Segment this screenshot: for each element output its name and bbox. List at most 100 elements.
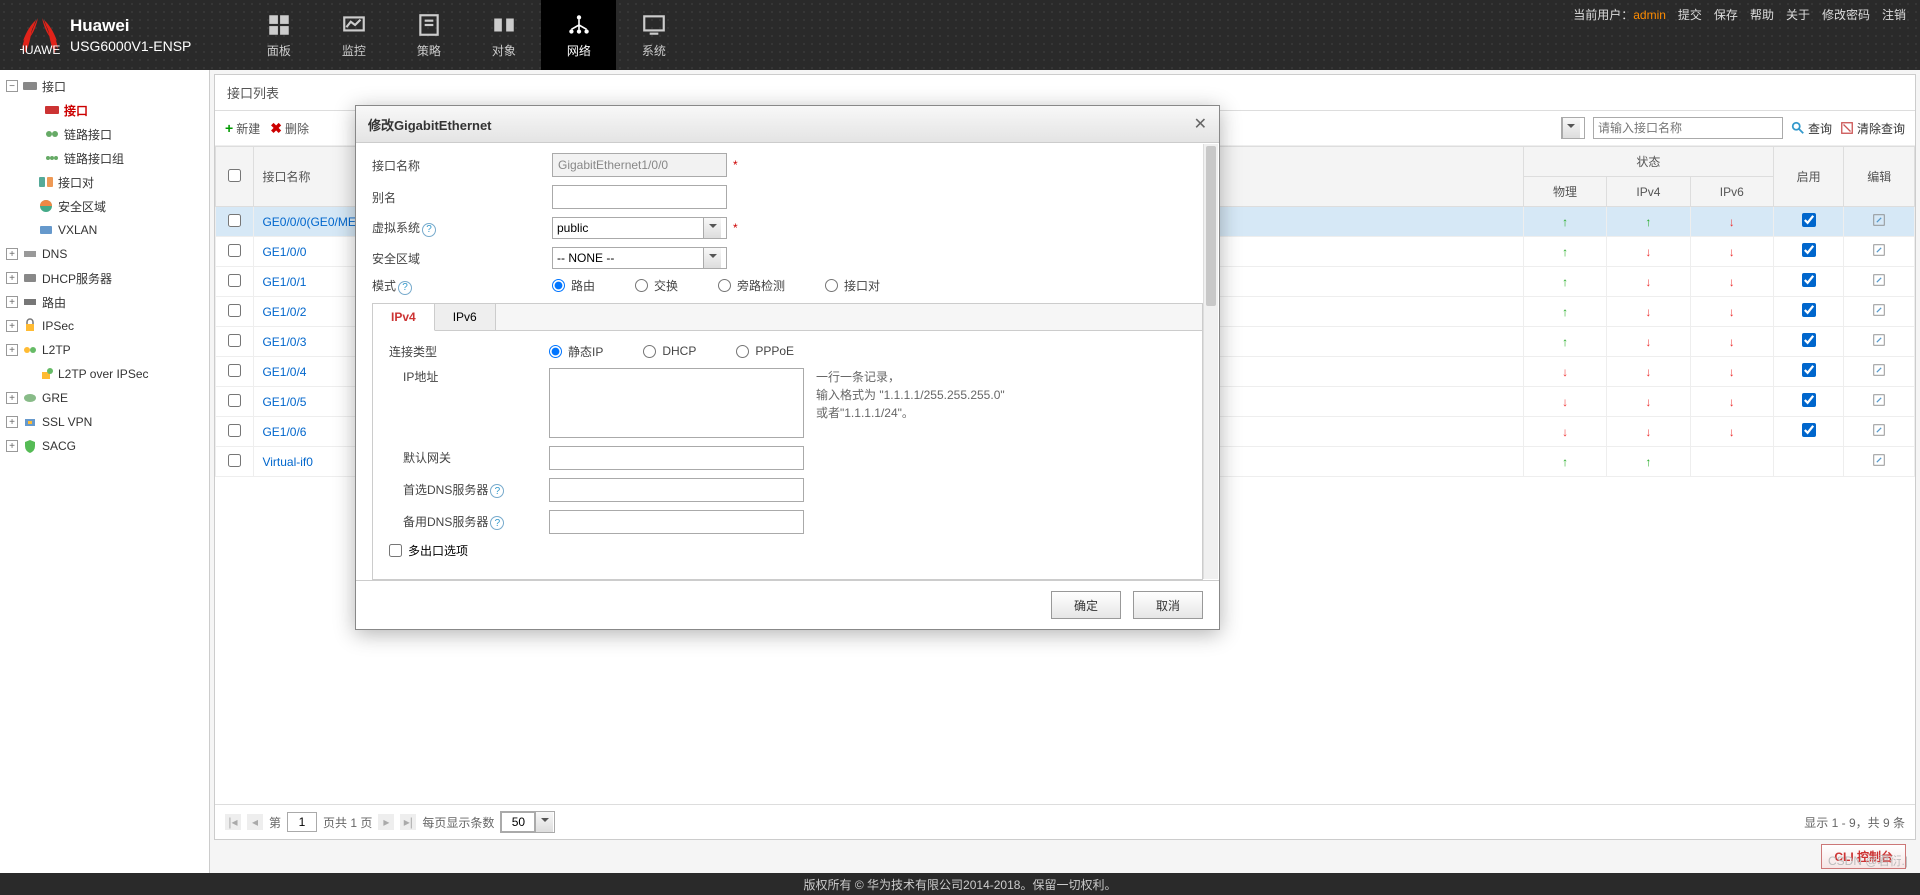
conn-dhcp-radio[interactable]: DHCP [643, 344, 696, 358]
select-all-checkbox[interactable] [228, 169, 241, 182]
add-button[interactable]: +新建 [225, 120, 260, 137]
row-checkbox[interactable] [228, 424, 241, 437]
pref-dns-input[interactable] [549, 478, 804, 502]
tree-dhcp[interactable]: +DHCP服务器 [0, 266, 209, 290]
pager-last[interactable]: ▸| [400, 814, 416, 830]
interface-link[interactable]: GE1/0/3 [262, 335, 306, 349]
row-checkbox[interactable] [228, 274, 241, 287]
modal-scrollbar[interactable] [1203, 144, 1218, 579]
search-input[interactable] [1593, 117, 1783, 139]
alias-input[interactable] [552, 185, 727, 209]
mode-pair-radio[interactable]: 接口对 [825, 277, 880, 294]
enable-checkbox[interactable] [1802, 423, 1816, 437]
change-password-link[interactable]: 修改密码 [1822, 6, 1870, 23]
tree-root-interface[interactable]: −接口 [0, 74, 209, 98]
about-link[interactable]: 关于 [1786, 6, 1810, 23]
row-checkbox[interactable] [228, 214, 241, 227]
edit-icon[interactable] [1872, 246, 1886, 260]
row-checkbox[interactable] [228, 304, 241, 317]
tree-interface-pair[interactable]: 接口对 [0, 170, 209, 194]
cancel-button[interactable]: 取消 [1133, 591, 1203, 619]
help-icon[interactable]: ? [490, 516, 504, 530]
tree-vxlan[interactable]: VXLAN [0, 218, 209, 242]
interface-link[interactable]: GE0/0/0(GE0/MET [262, 215, 363, 229]
help-icon[interactable]: ? [422, 223, 436, 237]
enable-checkbox[interactable] [1802, 273, 1816, 287]
enable-checkbox[interactable] [1802, 363, 1816, 377]
help-link[interactable]: 帮助 [1750, 6, 1774, 23]
mode-bypass-radio[interactable]: 旁路检测 [718, 277, 785, 294]
tree-link-interface[interactable]: 链路接口 [0, 122, 209, 146]
tree-link-interface-group[interactable]: 链路接口组 [0, 146, 209, 170]
enable-checkbox[interactable] [1802, 213, 1816, 227]
interface-link[interactable]: GE1/0/2 [262, 305, 306, 319]
conn-static-radio[interactable]: 静态IP [549, 343, 603, 360]
tree-l2tp[interactable]: +L2TP [0, 338, 209, 362]
tree-ipsec[interactable]: +IPSec [0, 314, 209, 338]
ok-button[interactable]: 确定 [1051, 591, 1121, 619]
help-icon[interactable]: ? [490, 484, 504, 498]
tab-ipv4[interactable]: IPv4 [373, 304, 435, 331]
tree-interface[interactable]: 接口 [0, 98, 209, 122]
row-checkbox[interactable] [228, 394, 241, 407]
help-icon[interactable]: ? [398, 281, 412, 295]
row-checkbox[interactable] [228, 454, 241, 467]
per-page-select[interactable] [500, 811, 555, 833]
row-checkbox[interactable] [228, 334, 241, 347]
pager-first[interactable]: |◂ [225, 814, 241, 830]
pager-next[interactable]: ▸ [378, 814, 394, 830]
query-button[interactable]: 查询 [1791, 120, 1832, 137]
edit-icon[interactable] [1872, 336, 1886, 350]
enable-checkbox[interactable] [1802, 333, 1816, 347]
tree-route[interactable]: +路由 [0, 290, 209, 314]
interface-link[interactable]: GE1/0/5 [262, 395, 306, 409]
nav-system[interactable]: 系统 [616, 0, 691, 70]
tree-sslvpn[interactable]: +SSL VPN [0, 410, 209, 434]
submit-link[interactable]: 提交 [1678, 6, 1702, 23]
delete-button[interactable]: ✖删除 [270, 120, 309, 137]
tree-dns[interactable]: +DNS [0, 242, 209, 266]
nav-monitor[interactable]: 监控 [316, 0, 391, 70]
nav-object[interactable]: 对象 [466, 0, 541, 70]
edit-icon[interactable] [1872, 456, 1886, 470]
nav-network[interactable]: 网络 [541, 0, 616, 70]
tree-security-zone[interactable]: 安全区域 [0, 194, 209, 218]
tab-ipv6[interactable]: IPv6 [435, 304, 496, 330]
tree-sacg[interactable]: +SACG [0, 434, 209, 458]
alt-dns-input[interactable] [549, 510, 804, 534]
vsys-select[interactable] [552, 217, 727, 239]
interface-link[interactable]: GE1/0/4 [262, 365, 306, 379]
mode-route-radio[interactable]: 路由 [552, 277, 595, 294]
edit-icon[interactable] [1872, 366, 1886, 380]
mode-switch-radio[interactable]: 交换 [635, 277, 678, 294]
row-checkbox[interactable] [228, 364, 241, 377]
edit-icon[interactable] [1872, 276, 1886, 290]
conn-pppoe-radio[interactable]: PPPoE [736, 344, 794, 358]
enable-checkbox[interactable] [1802, 243, 1816, 257]
interface-link[interactable]: GE1/0/6 [262, 425, 306, 439]
modal-close-button[interactable]: ✕ [1194, 114, 1207, 134]
interface-link[interactable]: GE1/0/1 [262, 275, 306, 289]
edit-icon[interactable] [1872, 216, 1886, 230]
tree-gre[interactable]: +GRE [0, 386, 209, 410]
edit-icon[interactable] [1872, 426, 1886, 440]
filter-combo[interactable] [1561, 117, 1585, 139]
enable-checkbox[interactable] [1802, 393, 1816, 407]
ip-address-input[interactable] [549, 368, 804, 438]
row-checkbox[interactable] [228, 244, 241, 257]
zone-select[interactable] [552, 247, 727, 269]
tree-l2tp-ipsec[interactable]: L2TP over IPSec [0, 362, 209, 386]
edit-icon[interactable] [1872, 396, 1886, 410]
pager-page-input[interactable] [287, 812, 317, 832]
pager-prev[interactable]: ◂ [247, 814, 263, 830]
nav-policy[interactable]: 策略 [391, 0, 466, 70]
multi-exit-checkbox[interactable]: 多出口选项 [389, 542, 468, 559]
nav-dashboard[interactable]: 面板 [241, 0, 316, 70]
interface-link[interactable]: GE1/0/0 [262, 245, 306, 259]
logout-link[interactable]: 注销 [1882, 6, 1906, 23]
edit-icon[interactable] [1872, 306, 1886, 320]
gateway-input[interactable] [549, 446, 804, 470]
enable-checkbox[interactable] [1802, 303, 1816, 317]
save-link[interactable]: 保存 [1714, 6, 1738, 23]
interface-link[interactable]: Virtual-if0 [262, 455, 312, 469]
